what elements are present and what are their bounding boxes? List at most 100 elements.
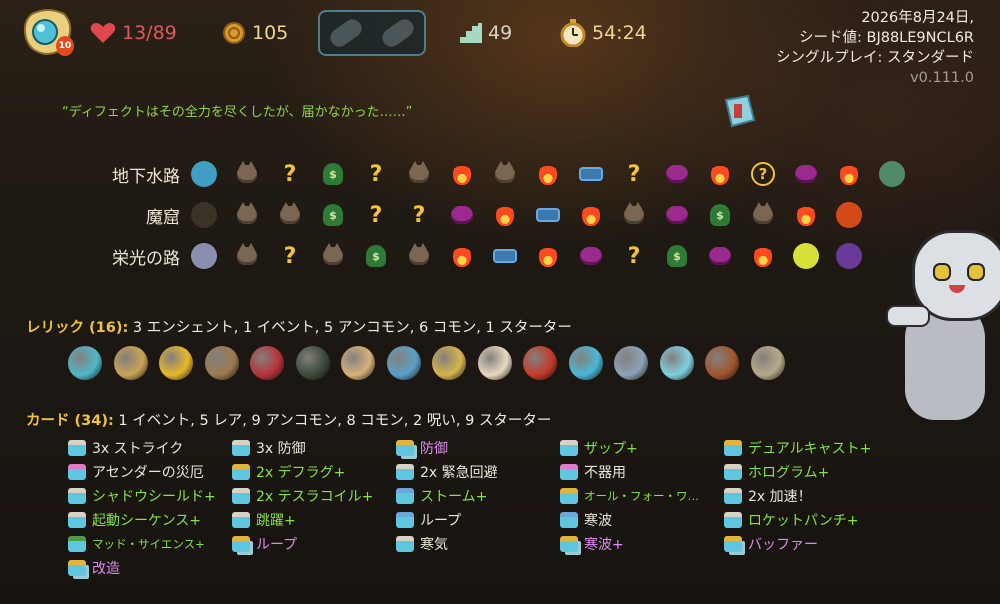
map-node-monster[interactable] bbox=[750, 202, 776, 228]
map-node-unknown[interactable]: ? bbox=[277, 161, 303, 187]
mushroom-icon[interactable] bbox=[705, 346, 739, 380]
card-entry[interactable]: アセンダーの災厄 bbox=[68, 461, 204, 483]
map-node-monster[interactable] bbox=[234, 243, 260, 269]
cracked-core-icon[interactable] bbox=[341, 346, 375, 380]
map-node-boss[interactable] bbox=[836, 202, 862, 228]
card-entry[interactable]: ホログラム+ bbox=[724, 461, 829, 483]
candy-orbs-icon[interactable] bbox=[477, 346, 512, 380]
map-node-unknown[interactable]: ? bbox=[750, 161, 776, 187]
map-node-boss[interactable] bbox=[191, 202, 217, 228]
card-entry[interactable]: 寒気 bbox=[396, 533, 448, 555]
card-entry[interactable]: 改造 bbox=[68, 557, 120, 579]
crystal-orb-icon[interactable] bbox=[68, 346, 102, 380]
snail-shell-icon[interactable] bbox=[750, 346, 785, 380]
anvil-icon[interactable] bbox=[386, 346, 421, 380]
card-entry[interactable]: 2x 加速！ bbox=[724, 485, 812, 507]
empty-potion-icon[interactable] bbox=[378, 15, 418, 51]
map-node-treasure[interactable]: $ bbox=[707, 202, 733, 228]
map-node-unknown[interactable]: ? bbox=[621, 161, 647, 187]
map-node-unknown[interactable]: ? bbox=[406, 202, 432, 228]
map-node-treasure[interactable]: $ bbox=[664, 243, 690, 269]
prism-icon[interactable] bbox=[659, 346, 694, 380]
card-entry[interactable]: 3x ストライク bbox=[68, 437, 183, 459]
ascension-badge: 10 bbox=[56, 36, 74, 56]
map-node-boss[interactable] bbox=[191, 243, 217, 269]
elite-icon bbox=[580, 247, 602, 265]
bow-icon[interactable] bbox=[432, 346, 466, 380]
red-cushion-icon[interactable] bbox=[250, 346, 284, 380]
lantern-icon[interactable] bbox=[295, 346, 330, 380]
card-entry[interactable]: シャドウシールド+ bbox=[68, 485, 216, 507]
map-node-unknown[interactable]: ? bbox=[363, 202, 389, 228]
map-node-elite[interactable] bbox=[664, 202, 690, 228]
map-node-rest[interactable] bbox=[449, 161, 475, 187]
map-node-rest[interactable] bbox=[750, 243, 776, 269]
map-node-rest[interactable] bbox=[578, 202, 604, 228]
map-node-unknown[interactable]: ? bbox=[277, 243, 303, 269]
map-node-elite[interactable] bbox=[449, 202, 475, 228]
card-entry[interactable]: 不器用 bbox=[560, 461, 626, 483]
ancient-tablet-icon[interactable] bbox=[113, 346, 148, 380]
card-entry[interactable]: オール・フォー・ワ… bbox=[560, 485, 699, 507]
map-node-boss[interactable] bbox=[836, 243, 862, 269]
map-node-shop[interactable] bbox=[578, 161, 604, 187]
map-node-boss[interactable] bbox=[879, 161, 905, 187]
card-entry[interactable]: 2x デフラグ+ bbox=[232, 461, 345, 483]
map-node-treasure[interactable]: $ bbox=[320, 202, 346, 228]
card-entry[interactable]: ループ bbox=[232, 533, 297, 555]
map-node-boss[interactable] bbox=[191, 161, 217, 187]
card-entry[interactable]: ストーム+ bbox=[396, 485, 487, 507]
map-node-rest[interactable] bbox=[449, 243, 475, 269]
backpack-icon[interactable] bbox=[204, 346, 239, 380]
map-node-rest[interactable] bbox=[535, 243, 561, 269]
card-entry[interactable]: ザップ+ bbox=[560, 437, 638, 459]
map-node-monster[interactable] bbox=[320, 243, 346, 269]
card-entry[interactable]: マッド・サイエンス+ bbox=[68, 533, 205, 555]
banana-icon[interactable] bbox=[159, 346, 193, 380]
boss-icon bbox=[191, 161, 217, 187]
map-node-boss[interactable] bbox=[793, 243, 819, 269]
map-node-elite[interactable] bbox=[793, 161, 819, 187]
card-entry[interactable]: 寒波+ bbox=[560, 533, 624, 555]
card-entry[interactable]: 2x 緊急回避 bbox=[396, 461, 498, 483]
card-entry[interactable]: 防御 bbox=[396, 437, 448, 459]
map-node-elite[interactable] bbox=[578, 243, 604, 269]
card-entry[interactable]: 2x テスラコイル+ bbox=[232, 485, 373, 507]
map-node-monster[interactable] bbox=[277, 202, 303, 228]
map-node-rest[interactable] bbox=[492, 202, 518, 228]
card-entry[interactable]: バッファー bbox=[724, 533, 818, 555]
battery-icon[interactable] bbox=[568, 346, 603, 380]
map-node-monster[interactable] bbox=[234, 161, 260, 187]
map-node-treasure[interactable]: $ bbox=[320, 161, 346, 187]
card-entry[interactable]: 起動シーケンス+ bbox=[68, 509, 201, 531]
map-node-elite[interactable] bbox=[707, 243, 733, 269]
map-node-treasure[interactable]: $ bbox=[363, 243, 389, 269]
map-node-unknown[interactable]: ? bbox=[363, 161, 389, 187]
map-node-shop[interactable] bbox=[535, 202, 561, 228]
map-node-monster[interactable] bbox=[406, 243, 432, 269]
map-node-monster[interactable] bbox=[234, 202, 260, 228]
potion-slots[interactable] bbox=[318, 10, 426, 56]
floor-display: 49 bbox=[460, 18, 512, 48]
card-entry[interactable]: ループ bbox=[396, 509, 461, 531]
question-mark-icon: ? bbox=[751, 162, 775, 186]
map-node-shop[interactable] bbox=[492, 243, 518, 269]
map-node-rest[interactable] bbox=[535, 161, 561, 187]
card-entry[interactable]: 寒波 bbox=[560, 509, 612, 531]
map-node-monster[interactable] bbox=[406, 161, 432, 187]
card-entry[interactable]: 3x 防御 bbox=[232, 437, 306, 459]
card-entry[interactable]: デュアルキャスト+ bbox=[724, 437, 871, 459]
map-node-monster[interactable] bbox=[621, 202, 647, 228]
map-node-monster[interactable] bbox=[492, 161, 518, 187]
map-node-rest[interactable] bbox=[836, 161, 862, 187]
empty-potion-icon[interactable] bbox=[326, 15, 366, 51]
card-starter-icon bbox=[724, 440, 742, 456]
crumpled-shield-icon[interactable] bbox=[614, 346, 648, 380]
map-node-elite[interactable] bbox=[664, 161, 690, 187]
map-node-rest[interactable] bbox=[707, 161, 733, 187]
map-node-rest[interactable] bbox=[793, 202, 819, 228]
card-entry[interactable]: 跳躍+ bbox=[232, 509, 296, 531]
card-entry[interactable]: ロケットパンチ+ bbox=[724, 509, 858, 531]
map-node-unknown[interactable]: ? bbox=[621, 243, 647, 269]
nunchaku-icon[interactable] bbox=[523, 346, 557, 380]
